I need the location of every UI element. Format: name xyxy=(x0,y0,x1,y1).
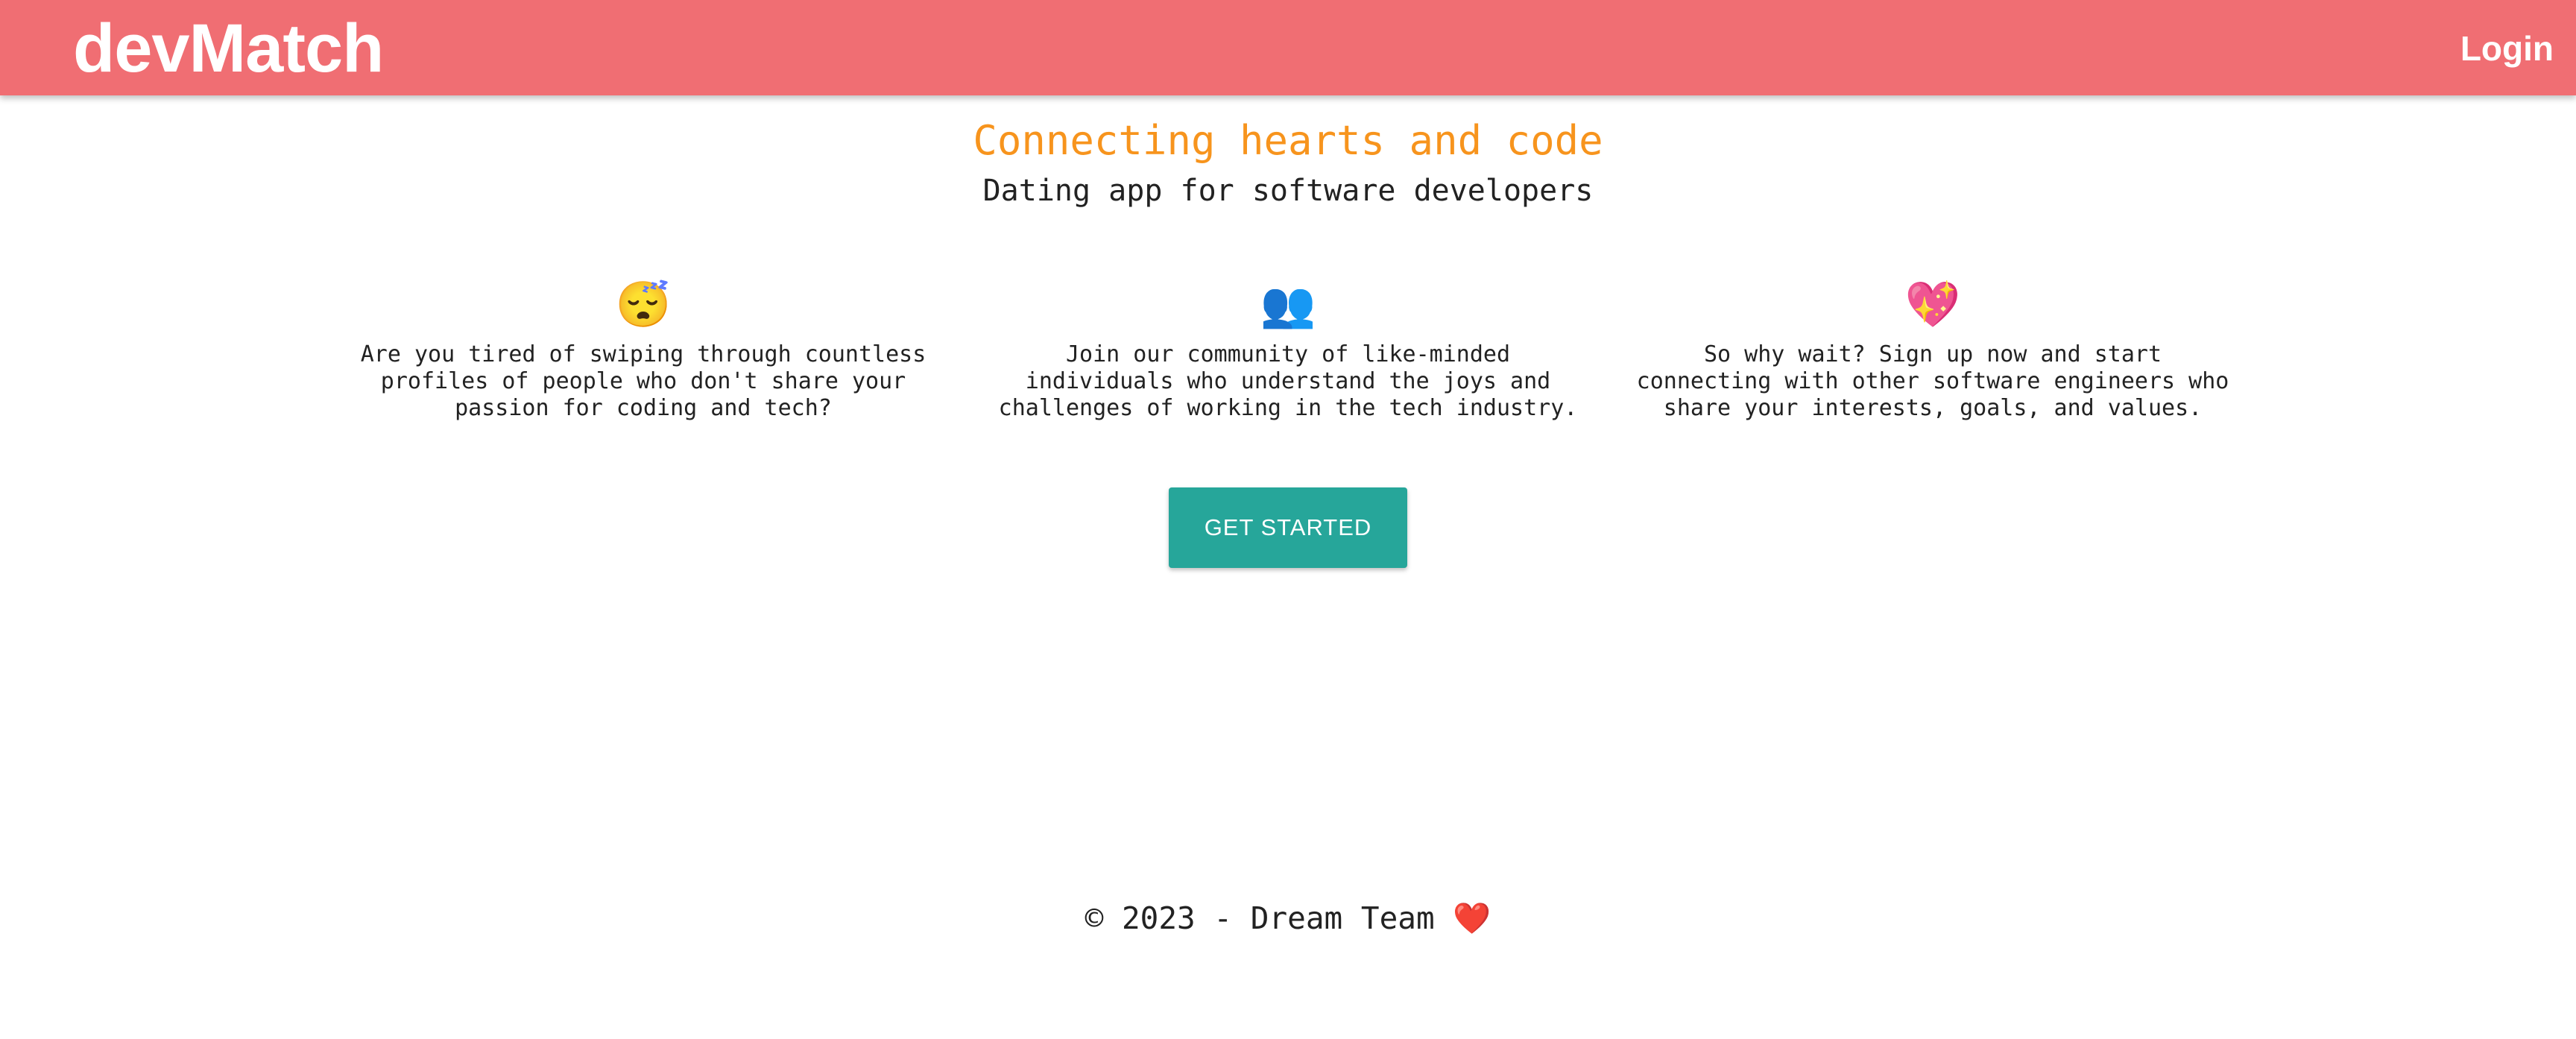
feature-card: 😴 Are you tired of swiping through count… xyxy=(345,279,941,422)
get-started-button[interactable]: GET STARTED xyxy=(1169,487,1407,568)
sparkling-heart-icon: 💖 xyxy=(1904,279,1961,331)
brand-logo[interactable]: devMatch xyxy=(73,7,384,89)
hero-title: Connecting hearts and code xyxy=(973,117,1603,164)
feature-text: So why wait? Sign up now and start conne… xyxy=(1636,341,2229,421)
people-icon: 👥 xyxy=(1260,279,1316,331)
login-link[interactable]: Login xyxy=(2460,27,2554,70)
feature-card: 💖 So why wait? Sign up now and start con… xyxy=(1635,279,2231,422)
hero-subtitle: Dating app for software developers xyxy=(982,174,1594,208)
heart-icon: ❤️ xyxy=(1453,900,1491,936)
feature-text: Are you tired of swiping through countle… xyxy=(360,341,926,421)
features-section: 😴 Are you tired of swiping through count… xyxy=(0,279,2576,443)
sleepy-face-icon: 😴 xyxy=(615,279,672,331)
footer-text: © 2023 - Dream Team xyxy=(1085,900,1435,936)
top-navbar: devMatch Login xyxy=(0,0,2576,95)
footer: © 2023 - Dream Team ❤️ xyxy=(0,894,2576,942)
feature-text: Join our community of like-minded indivi… xyxy=(998,341,1578,421)
feature-card: 👥 Join our community of like-minded indi… xyxy=(990,279,1586,422)
